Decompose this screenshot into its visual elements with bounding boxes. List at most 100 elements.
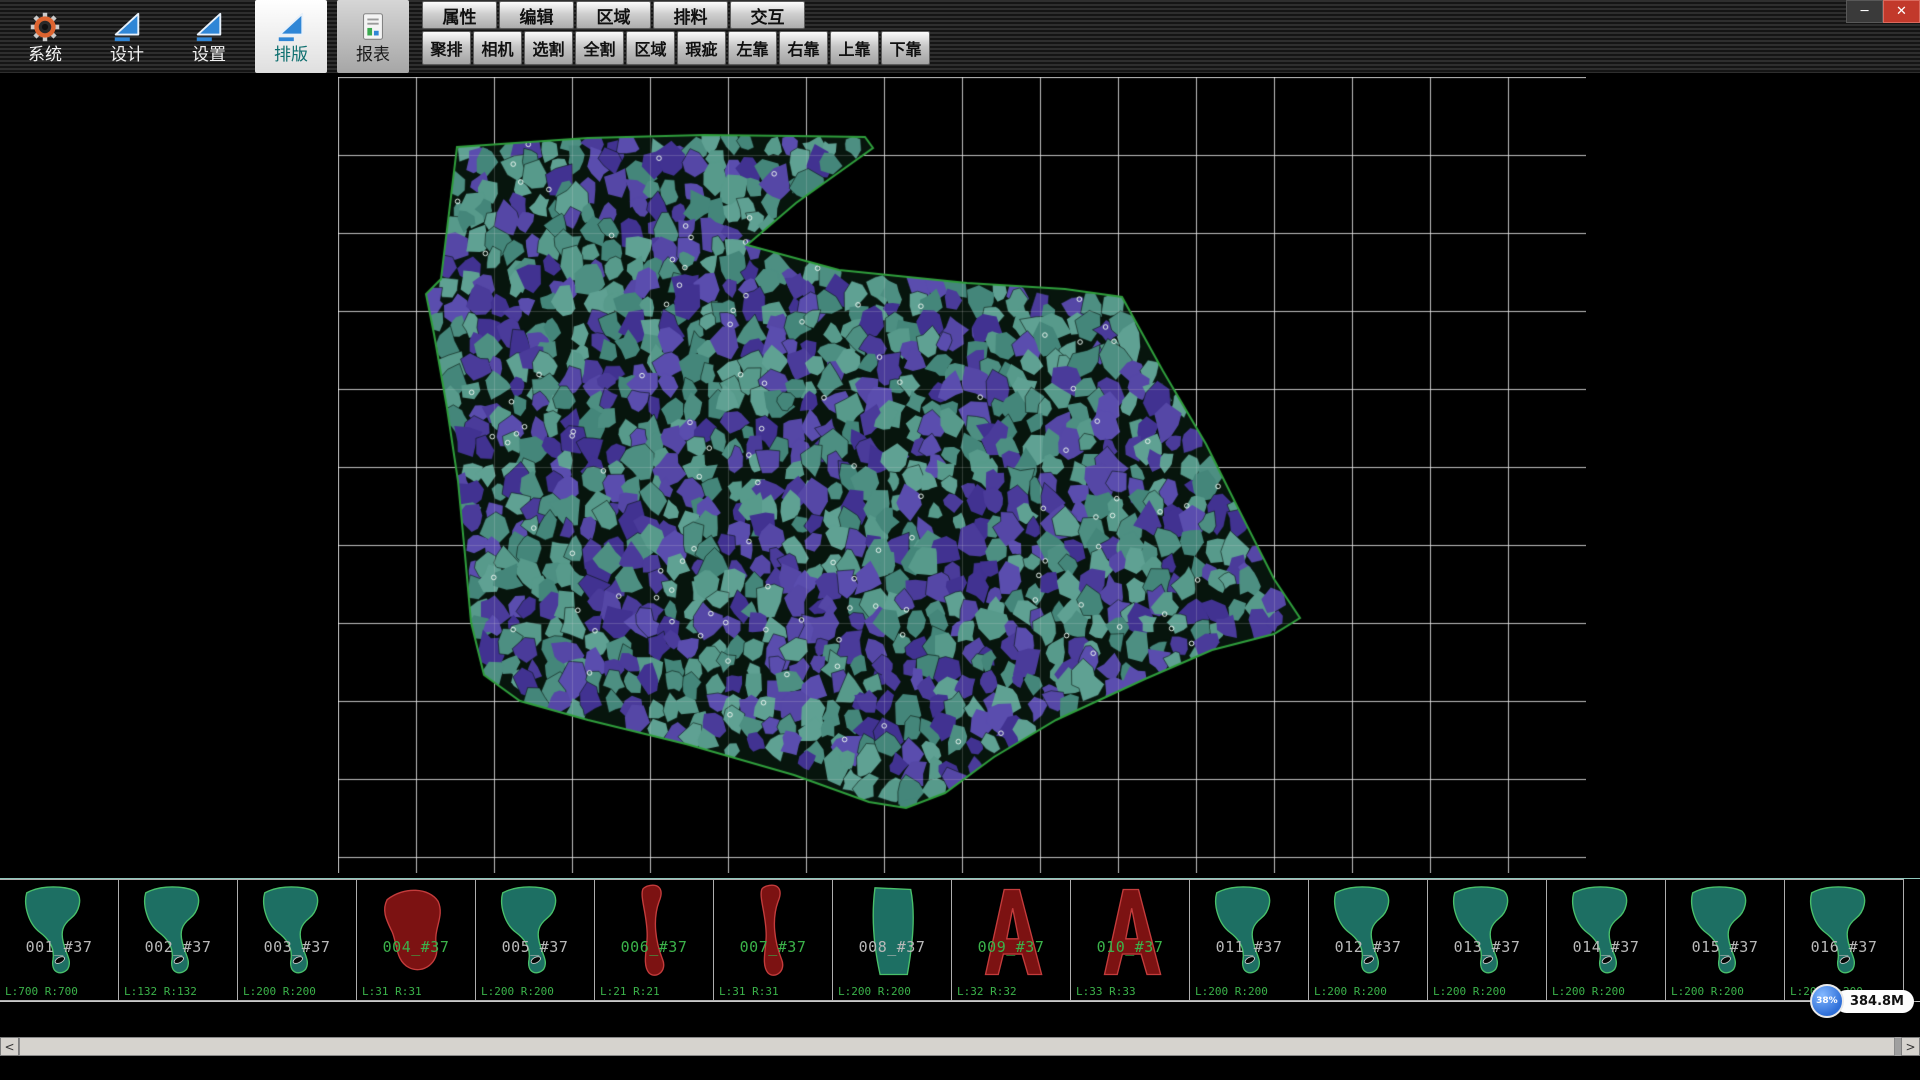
piece-thumbnail-012_#37[interactable]: 012_#37 L:200 R:200	[1308, 879, 1428, 1001]
piece-lr-count: L:33 R:33	[1076, 985, 1136, 998]
piece-id-label: 012_#37	[1309, 938, 1427, 956]
piece-id-label: 001_#37	[0, 938, 118, 956]
piece-id-label: 008_#37	[833, 938, 951, 956]
tool-button-下靠[interactable]: 下靠	[881, 31, 930, 65]
piece-shape	[1080, 881, 1180, 983]
menu-tab-区域[interactable]: 区域	[576, 1, 651, 29]
piece-shape	[366, 881, 466, 983]
menu-tab-属性[interactable]: 属性	[422, 1, 497, 29]
piece-thumbnail-015_#37[interactable]: 015_#37 L:200 R:200	[1665, 879, 1785, 1001]
menu-tab-排料[interactable]: 排料	[653, 1, 728, 29]
piece-shape	[842, 881, 942, 983]
piece-lr-count: L:200 R:200	[1552, 985, 1625, 998]
piece-thumbnail-001_#37[interactable]: 001_#37 L:700 R:700	[0, 879, 119, 1001]
tool-button-上靠[interactable]: 上靠	[830, 31, 879, 65]
horizontal-scrollbar[interactable]: < >	[0, 1037, 1920, 1056]
piece-shape	[961, 881, 1061, 983]
ribbon-tab-设计[interactable]: 设计	[91, 0, 163, 73]
tool-button-区域[interactable]: 区域	[626, 31, 675, 65]
piece-thumbnail-007_#37[interactable]: 007_#37 L:31 R:31	[713, 879, 833, 1001]
piece-lr-count: L:200 R:200	[838, 985, 911, 998]
piece-lr-count: L:21 R:21	[600, 985, 660, 998]
scroll-right-button[interactable]: >	[1901, 1037, 1920, 1056]
minimize-button[interactable]: ─	[1846, 0, 1883, 23]
piece-thumbnail-006_#37[interactable]: 006_#37 L:21 R:21	[594, 879, 714, 1001]
piece-thumbnail-004_#37[interactable]: 004_#37 L:31 R:31	[356, 879, 476, 1001]
tool-button-相机[interactable]: 相机	[473, 31, 522, 65]
tool-button-瑕疵[interactable]: 瑕疵	[677, 31, 726, 65]
piece-thumbnail-013_#37[interactable]: 013_#37 L:200 R:200	[1427, 879, 1547, 1001]
piece-id-label: 011_#37	[1190, 938, 1308, 956]
memory-usage: 384.8M	[1835, 990, 1914, 1013]
tool-button-左靠[interactable]: 左靠	[728, 31, 777, 65]
ribbon-tab-设置[interactable]: 设置	[173, 0, 245, 73]
gear-icon	[29, 9, 61, 45]
piece-thumbnail-011_#37[interactable]: 011_#37 L:200 R:200	[1189, 879, 1309, 1001]
menu-stack: 属性编辑区域排料交互 聚排相机选割全割区域瑕疵左靠右靠上靠下靠	[422, 0, 930, 65]
tool-button-选割[interactable]: 选割	[524, 31, 573, 65]
piece-shape	[485, 881, 585, 983]
piece-shape	[247, 881, 347, 983]
triangle-icon	[111, 9, 143, 45]
piece-lr-count: L:200 R:200	[1195, 985, 1268, 998]
piece-id-label: 016_#37	[1785, 938, 1903, 956]
tab-label: 设置	[192, 47, 226, 64]
piece-thumbnail-003_#37[interactable]: 003_#37 L:200 R:200	[237, 879, 357, 1001]
titlebar: 系统 设计 设置 排版 报表 属性编辑区域排料交互 聚排相机选割全割区域瑕疵左靠…	[0, 0, 1920, 73]
piece-id-label: 002_#37	[119, 938, 237, 956]
tab-label: 排版	[274, 47, 308, 64]
piece-lr-count: L:200 R:200	[243, 985, 316, 998]
piece-id-label: 014_#37	[1547, 938, 1665, 956]
piece-shape	[128, 881, 228, 983]
piece-thumbnail-010_#37[interactable]: 010_#37 L:33 R:33	[1070, 879, 1190, 1001]
piece-id-label: 004_#37	[357, 938, 475, 956]
piece-lr-count: L:700 R:700	[5, 985, 78, 998]
menu-tab-row: 属性编辑区域排料交互	[422, 1, 930, 29]
scroll-left-button[interactable]: <	[0, 1037, 19, 1056]
close-button[interactable]: ✕	[1883, 0, 1920, 23]
nesting-canvas[interactable]	[338, 77, 1586, 873]
ribbon-tab-排版[interactable]: 排版	[255, 0, 327, 73]
piece-id-label: 006_#37	[595, 938, 713, 956]
piece-shape	[1437, 881, 1537, 983]
tab-label: 设计	[110, 47, 144, 64]
tool-button-全割[interactable]: 全割	[575, 31, 624, 65]
progress-indicator: 38%	[1810, 984, 1844, 1018]
tool-button-聚排[interactable]: 聚排	[422, 31, 471, 65]
window-controls: ─ ✕	[1846, 0, 1920, 23]
piece-thumbnail-009_#37[interactable]: 009_#37 L:32 R:32	[951, 879, 1071, 1001]
piece-id-label: 007_#37	[714, 938, 832, 956]
piece-id-label: 015_#37	[1666, 938, 1784, 956]
piece-thumbnail-002_#37[interactable]: 002_#37 L:132 R:132	[118, 879, 238, 1001]
piece-shape	[723, 881, 823, 983]
piece-lr-count: L:31 R:31	[362, 985, 422, 998]
piece-thumbnail-016_#37[interactable]: 016_#37 L:200 R:200	[1784, 879, 1904, 1001]
piece-id-label: 005_#37	[476, 938, 594, 956]
ribbon-tab-系统[interactable]: 系统	[9, 0, 81, 73]
piece-thumbnail-005_#37[interactable]: 005_#37 L:200 R:200	[475, 879, 595, 1001]
piece-shape	[604, 881, 704, 983]
piece-lr-count: L:200 R:200	[1314, 985, 1387, 998]
piece-shape	[1318, 881, 1418, 983]
workspace	[0, 73, 1920, 878]
tab-label: 报表	[356, 47, 390, 64]
piece-thumbnail-014_#37[interactable]: 014_#37 L:200 R:200	[1546, 879, 1666, 1001]
tool-button-row: 聚排相机选割全割区域瑕疵左靠右靠上靠下靠	[422, 31, 930, 65]
scrollbar-thumb[interactable]	[19, 1037, 1895, 1056]
piece-id-label: 013_#37	[1428, 938, 1546, 956]
menu-tab-编辑[interactable]: 编辑	[499, 1, 574, 29]
triangle-icon	[275, 9, 307, 45]
report-icon	[357, 9, 389, 45]
ribbon-tab-报表[interactable]: 报表	[337, 0, 409, 73]
triangle-icon	[193, 9, 225, 45]
piece-shape	[1199, 881, 1299, 983]
status-badge: 38% 384.8M	[1810, 984, 1914, 1018]
tool-button-右靠[interactable]: 右靠	[779, 31, 828, 65]
piece-shape	[9, 881, 109, 983]
piece-lr-count: L:31 R:31	[719, 985, 779, 998]
piece-lr-count: L:200 R:200	[481, 985, 554, 998]
piece-lr-count: L:200 R:200	[1671, 985, 1744, 998]
menu-tab-交互[interactable]: 交互	[730, 1, 805, 29]
piece-thumbnail-008_#37[interactable]: 008_#37 L:200 R:200	[832, 879, 952, 1001]
piece-thumbnail-strip: 001_#37 L:700 R:700 002_#37 L:132 R:132 …	[0, 878, 1920, 1002]
